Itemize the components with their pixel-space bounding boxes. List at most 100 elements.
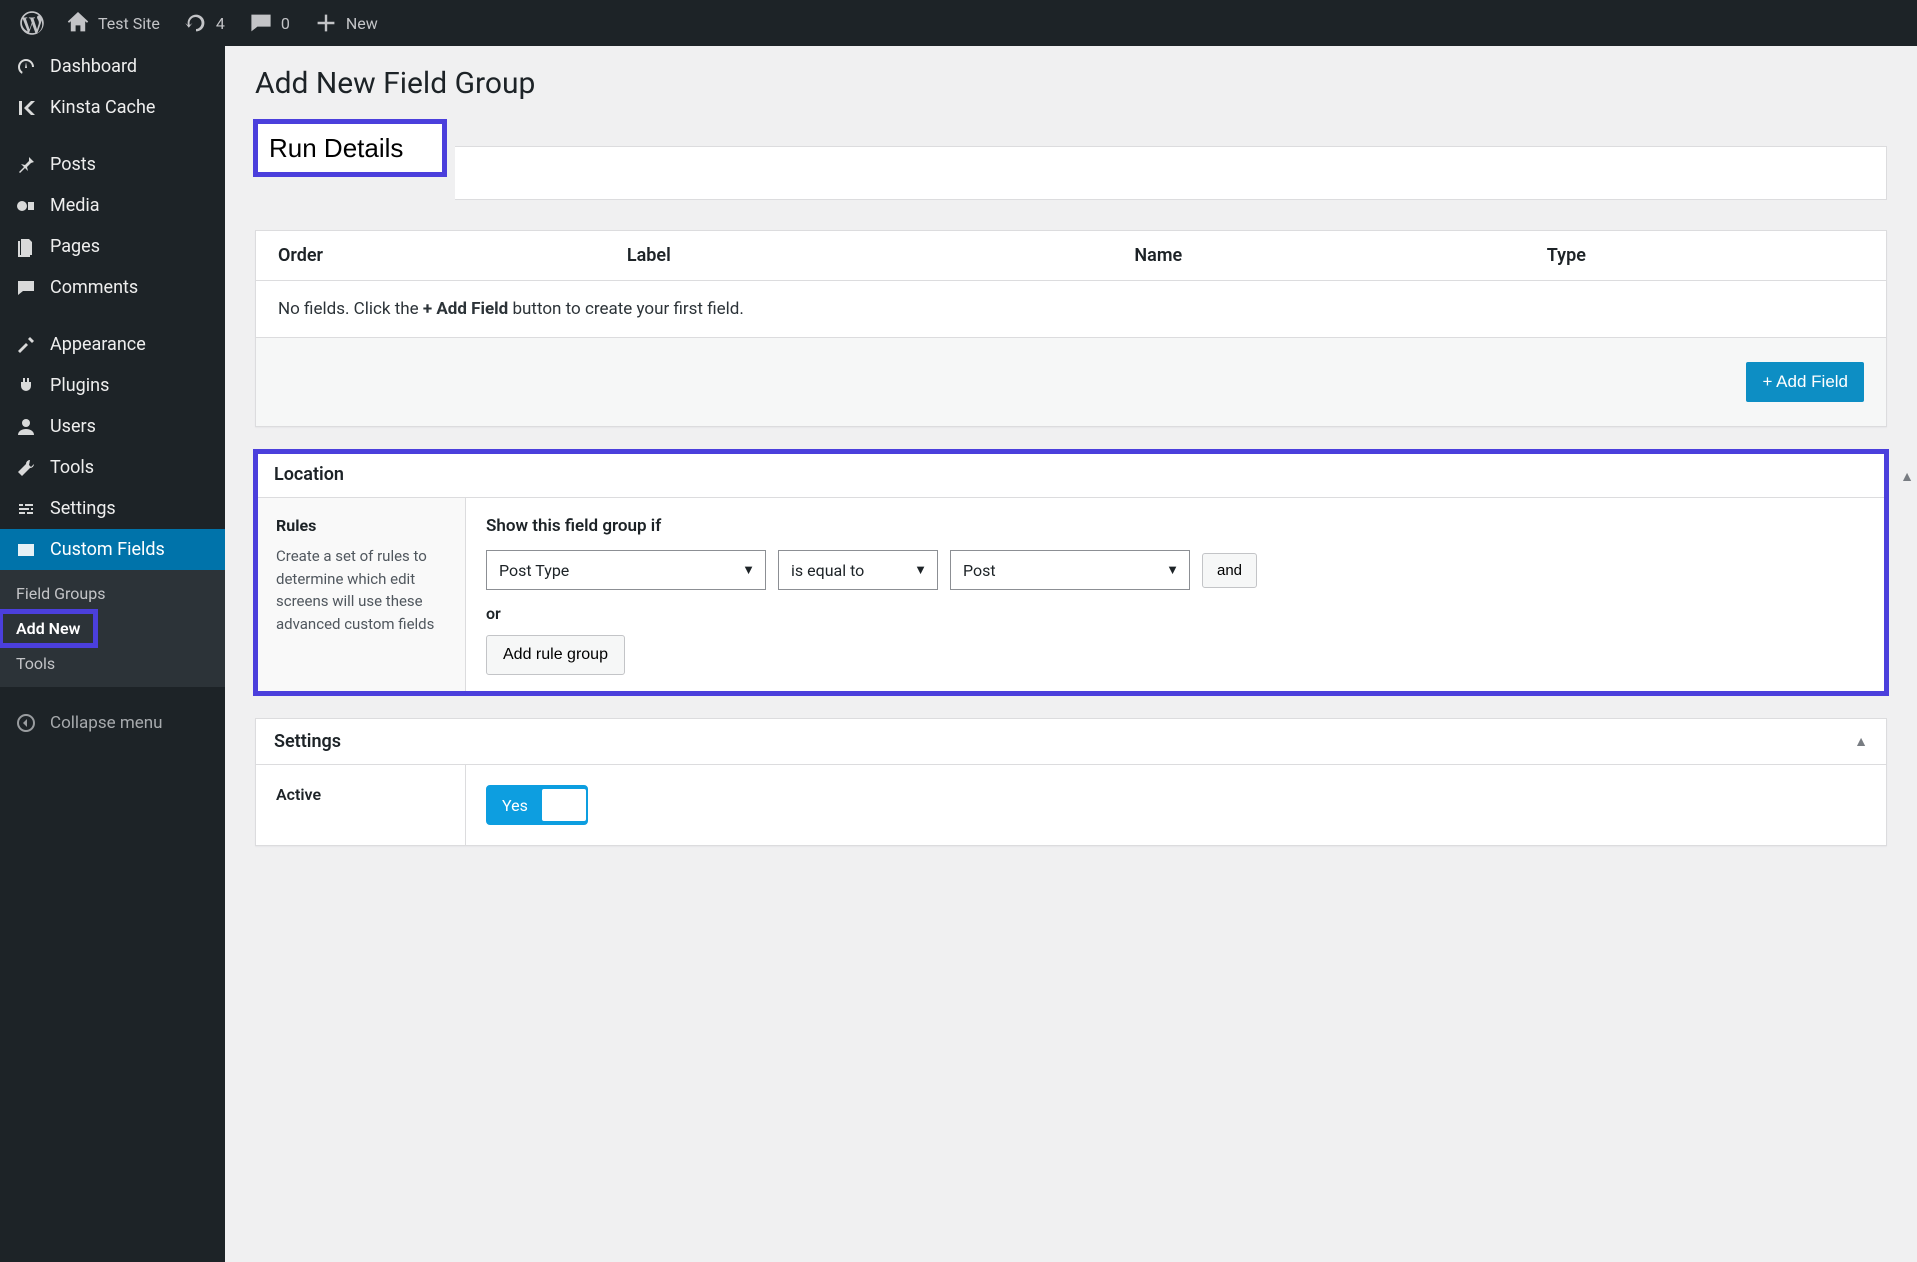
col-name: Name xyxy=(1134,245,1546,266)
sidebar-item-comments[interactable]: Comments xyxy=(0,267,225,308)
updates-link[interactable]: 4 xyxy=(172,0,237,46)
no-fields-message: No fields. Click the + Add Field button … xyxy=(256,281,1886,338)
rule-row: Post Type is equal to Post and xyxy=(486,550,1866,590)
sidebar-item-plugins[interactable]: Plugins xyxy=(0,365,225,406)
sidebar-item-label: Custom Fields xyxy=(50,539,165,560)
sidebar-item-label: Kinsta Cache xyxy=(50,97,155,118)
settings-heading: Settings xyxy=(274,731,341,752)
sidebar-item-kinsta-cache[interactable]: Kinsta Cache xyxy=(0,87,225,128)
pages-icon xyxy=(12,237,40,257)
sidebar-item-label: Users xyxy=(50,416,96,437)
site-name-link[interactable]: Test Site xyxy=(54,0,172,46)
users-icon xyxy=(12,417,40,437)
submenu-add-new[interactable]: Add New xyxy=(0,611,96,646)
and-button[interactable]: and xyxy=(1202,553,1257,588)
custom-fields-icon xyxy=(12,540,40,560)
rules-title: Rules xyxy=(276,516,445,535)
sidebar-item-custom-fields[interactable]: Custom Fields xyxy=(0,529,225,570)
comment-icon xyxy=(249,11,273,35)
settings-icon xyxy=(12,499,40,519)
rule-operator-value: is equal to xyxy=(791,561,864,580)
appearance-icon xyxy=(12,335,40,355)
new-content-link[interactable]: New xyxy=(302,0,390,46)
location-toggle[interactable]: ▲ xyxy=(1900,468,1914,485)
sidebar-item-dashboard[interactable]: Dashboard xyxy=(0,46,225,87)
fields-footer: + Add Field xyxy=(256,338,1886,426)
settings-postbox: Settings ▲ Active Yes xyxy=(255,718,1887,846)
show-if-label: Show this field group if xyxy=(486,516,1866,536)
sidebar-item-label: Plugins xyxy=(50,375,109,396)
toggle-knob xyxy=(542,789,586,821)
add-rule-group-button[interactable]: Add rule group xyxy=(486,635,625,675)
location-postbox: Location ▲ Rules Create a set of rules t… xyxy=(255,451,1887,694)
rule-value-value: Post xyxy=(963,561,996,580)
custom-fields-submenu: Field Groups Add New Tools xyxy=(0,570,225,687)
comments-link[interactable]: 0 xyxy=(237,0,302,46)
admin-sidebar: Dashboard Kinsta Cache Posts Media Pages… xyxy=(0,46,225,1262)
sidebar-item-label: Dashboard xyxy=(50,56,137,77)
media-icon xyxy=(12,196,40,216)
sidebar-item-tools[interactable]: Tools xyxy=(0,447,225,488)
location-header: Location xyxy=(256,452,1886,498)
sidebar-item-label: Comments xyxy=(50,277,138,298)
collapse-label: Collapse menu xyxy=(50,713,163,733)
field-group-title-input-ext[interactable] xyxy=(455,146,1887,200)
site-name-label: Test Site xyxy=(98,14,160,33)
tools-icon xyxy=(12,458,40,478)
sidebar-item-label: Appearance xyxy=(50,334,146,355)
sidebar-item-media[interactable]: Media xyxy=(0,185,225,226)
sidebar-item-users[interactable]: Users xyxy=(0,406,225,447)
sidebar-item-label: Media xyxy=(50,195,100,216)
active-toggle[interactable]: Yes xyxy=(486,785,588,825)
rule-param-value: Post Type xyxy=(499,561,569,580)
or-label: or xyxy=(486,604,1866,623)
comments-icon xyxy=(12,278,40,298)
kinsta-icon xyxy=(12,98,40,118)
plugins-icon xyxy=(12,376,40,396)
empty-prefix: No fields. Click the xyxy=(278,299,423,319)
col-type: Type xyxy=(1547,245,1864,266)
new-label: New xyxy=(346,14,378,33)
active-toggle-label: Yes xyxy=(502,796,528,815)
col-order: Order xyxy=(278,245,627,266)
content-area: Add New Field Group Order Label Name Typ… xyxy=(225,46,1917,1262)
fields-header-row: Order Label Name Type xyxy=(256,231,1886,281)
add-field-button[interactable]: + Add Field xyxy=(1746,362,1864,402)
collapse-icon xyxy=(12,713,40,733)
updates-count: 4 xyxy=(216,14,225,33)
submenu-field-groups[interactable]: Field Groups xyxy=(0,576,225,611)
settings-toggle[interactable]: ▲ xyxy=(1854,733,1868,750)
home-icon xyxy=(66,11,90,35)
rule-operator-select[interactable]: is equal to xyxy=(778,550,938,590)
settings-header: Settings ▲ xyxy=(256,719,1886,765)
empty-suffix: button to create your first field. xyxy=(508,299,744,319)
dashboard-icon xyxy=(12,57,40,77)
sidebar-item-appearance[interactable]: Appearance xyxy=(0,324,225,365)
sidebar-item-settings[interactable]: Settings xyxy=(0,488,225,529)
active-label: Active xyxy=(256,765,466,845)
wp-logo[interactable] xyxy=(10,0,54,46)
settings-active-row: Active Yes xyxy=(256,765,1886,845)
update-icon xyxy=(184,11,208,35)
wordpress-icon xyxy=(20,11,44,35)
sidebar-item-label: Posts xyxy=(50,154,96,175)
location-heading: Location xyxy=(274,464,344,485)
sidebar-item-label: Tools xyxy=(50,457,94,478)
pin-icon xyxy=(12,155,40,175)
rule-param-select[interactable]: Post Type xyxy=(486,550,766,590)
fields-postbox: Order Label Name Type No fields. Click t… xyxy=(255,230,1887,427)
sidebar-item-pages[interactable]: Pages xyxy=(0,226,225,267)
location-rules-sidebar: Rules Create a set of rules to determine… xyxy=(256,498,466,693)
rule-value-select[interactable]: Post xyxy=(950,550,1190,590)
sidebar-item-label: Settings xyxy=(50,498,116,519)
submenu-tools[interactable]: Tools xyxy=(0,646,225,681)
plus-icon xyxy=(314,11,338,35)
location-body: Rules Create a set of rules to determine… xyxy=(256,498,1886,693)
rules-description: Create a set of rules to determine which… xyxy=(276,545,445,635)
location-rules-content: Show this field group if Post Type is eq… xyxy=(466,498,1886,693)
title-highlight xyxy=(255,121,445,175)
admin-bar: Test Site 4 0 New xyxy=(0,0,1917,46)
sidebar-item-posts[interactable]: Posts xyxy=(0,144,225,185)
field-group-title-input[interactable] xyxy=(255,121,445,175)
collapse-menu[interactable]: Collapse menu xyxy=(0,703,225,743)
